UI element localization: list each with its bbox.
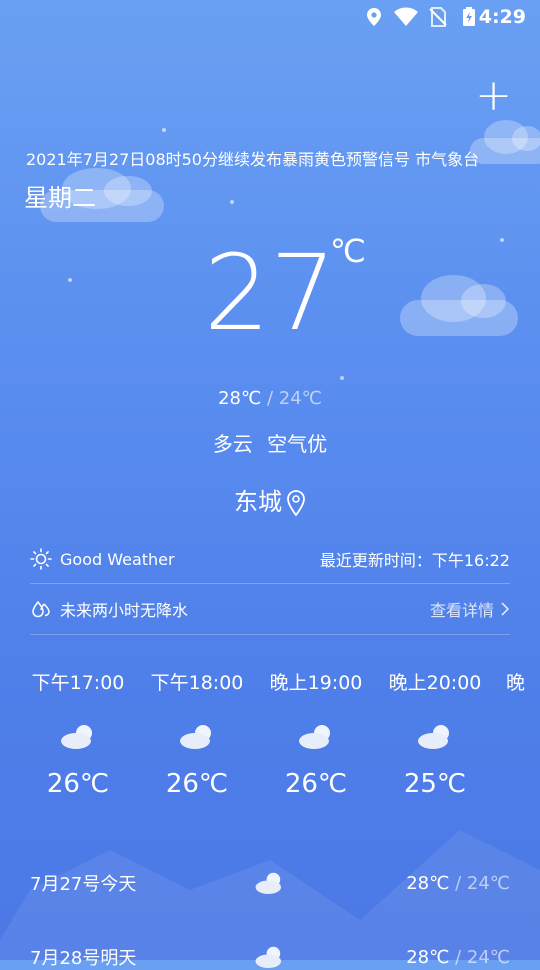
weather-status-text: Good Weather [60,549,175,569]
current-temperature: 27 [203,232,337,354]
condition-line: 多云 空气优 [0,428,540,457]
air-quality[interactable]: 空气优 [267,432,327,456]
battery-charging-icon [463,7,475,26]
hour-time: 下午17:00 [31,672,125,694]
temperature-unit: ℃ [330,232,366,270]
background-star [230,200,234,204]
hour-temperature: 26℃ [165,769,229,799]
city-selector[interactable]: 东城 [0,482,540,517]
high-low-temperature: 28℃ / 24℃ [0,388,540,409]
background-star [162,128,166,132]
hour-temperature: 26℃ [284,769,348,799]
temperature-separator: / [261,388,279,409]
no-sim-icon [429,7,447,27]
hour-time: 下午18:00 [150,672,244,694]
hour-temperature: 25℃ [403,769,467,799]
background-star [340,376,344,380]
day-separator: / [449,946,467,968]
cloudy-icon [255,946,282,969]
cloudy-icon [299,725,330,749]
wifi-icon [394,7,418,26]
day-label: 7月27号今天 [30,874,137,895]
last-update-time: 最近更新时间：下午16:22 [319,551,510,570]
status-time: 4:29 [478,6,526,28]
daily-row[interactable]: 7月27号今天 28℃ / 24℃ [30,870,510,896]
hour-temperature: 26℃ [46,769,110,799]
hourly-item: 晚上20:00 25℃ [375,668,495,799]
location-icon [367,8,381,26]
day-temperature: 28℃ / 24℃ [340,873,510,894]
day-label: 7月28号明天 [30,948,137,969]
day-low: 24℃ [466,946,510,968]
day-high: 28℃ [406,946,450,968]
day-separator: / [449,872,467,894]
hour-time: 晚上19:00 [269,672,363,694]
hourly-item: 下午17:00 26℃ [18,668,138,799]
hourly-forecast[interactable]: 下午17:00 26℃ 下午18:00 26℃ 晚上19:00 26℃ 晚上20… [0,668,540,818]
cloudy-icon [180,725,211,749]
weekday-label: 星期二 [24,184,96,212]
high-temperature: 28℃ [218,388,262,409]
location-pin-icon [287,490,305,517]
day-low: 24℃ [466,872,510,894]
hourly-item: 下午18:00 26℃ [137,668,257,799]
raindrop-icon [32,600,50,618]
weather-status-row: Good Weather 最近更新时间：下午16:22 [30,547,510,571]
view-details-link[interactable]: 查看详情 [430,597,494,621]
low-temperature: 24℃ [278,388,322,409]
weather-condition: 多云 [212,432,253,456]
cloudy-icon [418,725,449,749]
cloudy-icon [255,872,282,895]
hour-time: 晚上20:00 [388,672,482,694]
add-city-button[interactable]: + [475,74,512,118]
sun-icon [30,548,52,570]
chevron-right-icon [501,602,510,616]
hourly-item: 晚上19:00 26℃ [256,668,376,799]
divider [30,583,510,584]
weather-alert-ticker[interactable]: 2021年7月27日08时50分继续发布暴雨黄色预警信号 市气象台 [26,146,516,170]
daily-row[interactable]: 7月28号明天 28℃ / 24℃ [30,944,510,970]
status-bar: 4:29 [0,0,540,36]
precipitation-text: 未来两小时无降水 [60,601,189,620]
hour-time: 晚 [506,672,526,694]
hourly-item: 晚 [494,668,540,695]
day-temperature: 28℃ / 24℃ [340,947,510,968]
city-name: 东城 [234,488,282,516]
divider [30,634,510,635]
cloudy-icon [61,725,92,749]
day-high: 28℃ [406,872,450,894]
precipitation-row[interactable]: 未来两小时无降水 查看详情 [30,597,510,621]
